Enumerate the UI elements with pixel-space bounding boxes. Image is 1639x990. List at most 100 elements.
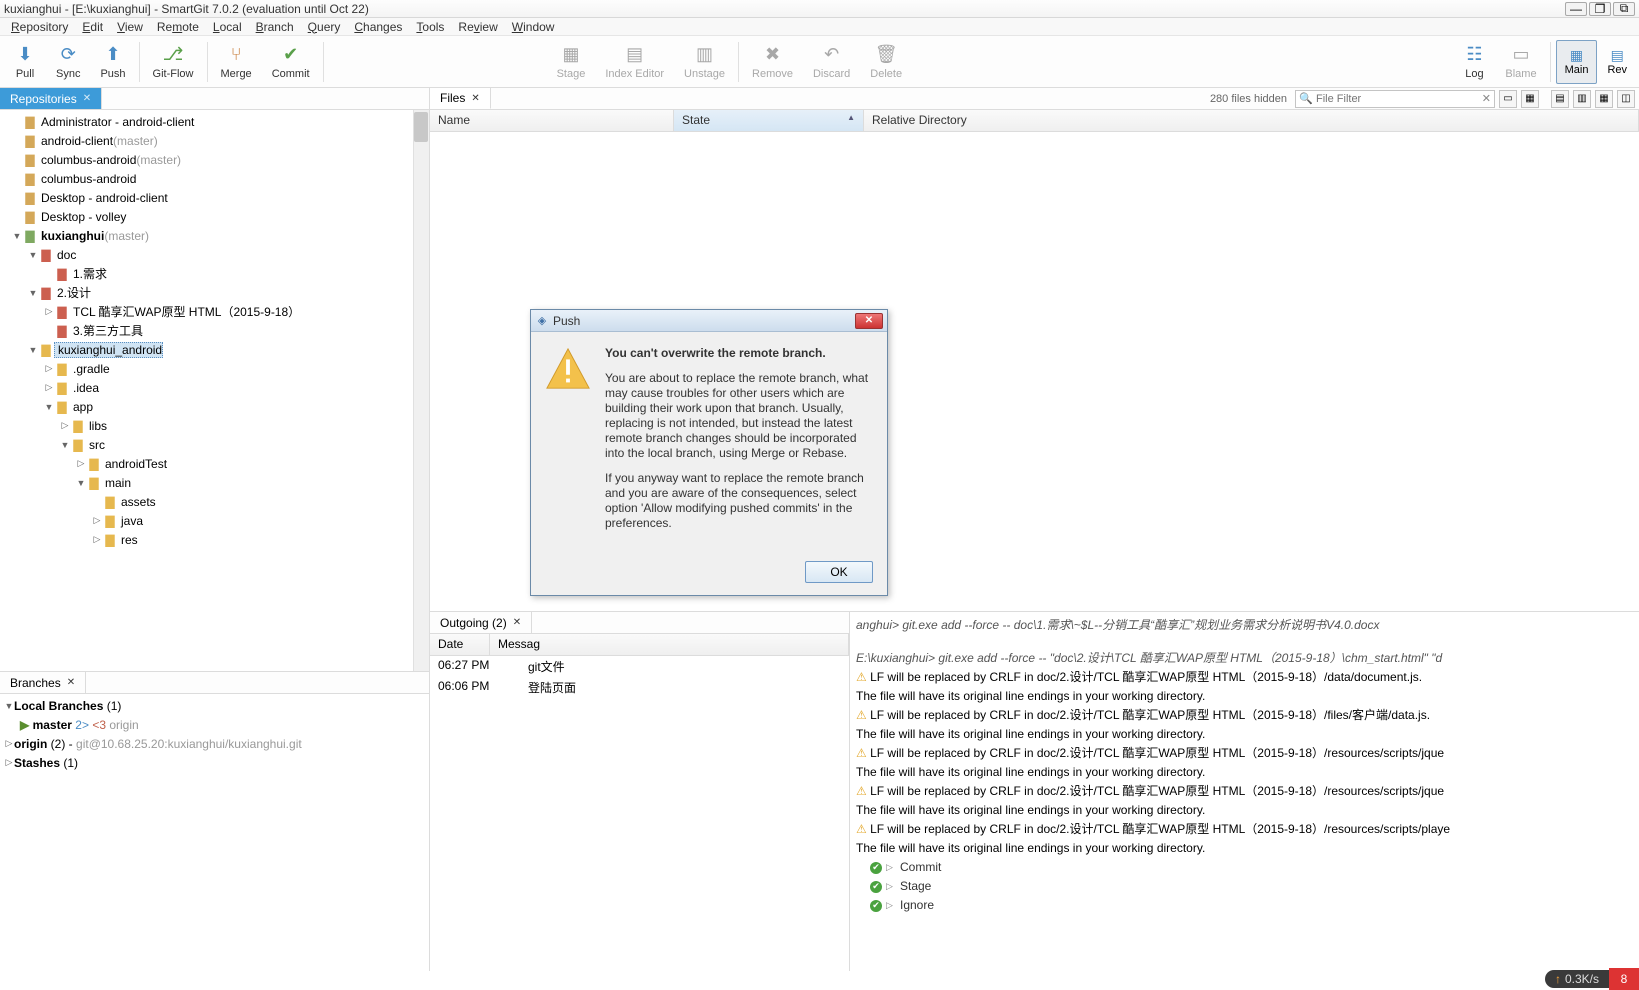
menu-query[interactable]: Query [301,20,348,34]
log-ok[interactable]: ▷Commit [856,858,1633,877]
menu-local[interactable]: Local [206,20,249,34]
menu-edit[interactable]: Edit [75,20,110,34]
col-date[interactable]: Date [430,634,490,655]
col-reldir[interactable]: Relative Directory [864,110,1639,131]
blame-button[interactable]: ▭Blame [1495,38,1546,86]
tree-row[interactable]: ▇3.第三方工具 [0,321,429,340]
log-icon: ☷ [1463,44,1485,66]
file-filter[interactable]: 🔍 ✕ [1295,90,1495,108]
view-option-2[interactable]: ▦ [1521,90,1539,108]
maximize-button[interactable]: ❐ [1589,2,1611,16]
tree-row[interactable]: ▇1.需求 [0,264,429,283]
view-option-6[interactable]: ◫ [1617,90,1635,108]
tree-row[interactable]: ▇Desktop - volley [0,207,429,226]
tree-row[interactable]: ▇columbus-android (master) [0,150,429,169]
toolbar: ⬇Pull ⟳Sync ⬆Push ⎇Git-Flow ⑂Merge ✔Comm… [0,36,1639,88]
menu-repository[interactable]: Repository [4,20,75,34]
local-branches-node[interactable]: ▼Local Branches (1) [0,696,429,715]
tree-row[interactable]: ▷▇java [0,511,429,530]
log-line: The file will have its original line end… [856,687,1633,706]
tree-row[interactable]: ▼▇doc [0,245,429,264]
tree-row[interactable]: ▇Desktop - android-client [0,188,429,207]
outgoing-list[interactable]: 06:27 PMgit文件06:06 PM登陆页面 [430,656,849,971]
menu-remote[interactable]: Remote [150,20,206,34]
menu-window[interactable]: Window [505,20,562,34]
tree-row[interactable]: ▇columbus-android [0,169,429,188]
sync-button[interactable]: ⟳Sync [46,38,90,86]
outgoing-columns: Date Messag [430,634,849,656]
commit-button[interactable]: ✔Commit [262,38,320,86]
tab-files[interactable]: Files✕ [430,88,491,109]
scrollbar[interactable] [413,110,429,671]
col-name[interactable]: Name [430,110,674,131]
merge-button[interactable]: ⑂Merge [211,38,262,86]
dialog-titlebar[interactable]: ◈ Push ✕ [531,310,887,332]
menu-review[interactable]: Review [451,20,504,34]
indexeditor-icon: ▤ [624,44,646,66]
scroll-thumb[interactable] [414,112,428,142]
tab-repositories[interactable]: Repositories✕ [0,88,102,109]
stashes-node[interactable]: ▷Stashes (1) [0,753,429,772]
minimize-button[interactable]: — [1565,2,1587,16]
tree-row[interactable]: ▷▇.idea [0,378,429,397]
view-option-4[interactable]: ▥ [1573,90,1591,108]
tree-row[interactable]: ▷▇TCL 酷享汇WAP原型 HTML（2015-9-18） [0,302,429,321]
tree-row[interactable]: ▼▇src [0,435,429,454]
menu-tools[interactable]: Tools [409,20,451,34]
notification-badge[interactable]: 8 [1609,968,1639,990]
tree-row[interactable]: ▼▇main [0,473,429,492]
log-ok[interactable]: ▷Ignore [856,896,1633,915]
push-button[interactable]: ⬆Push [90,38,135,86]
main-perspective-button[interactable]: ▦Main [1556,40,1598,84]
tree-row[interactable]: ▷▇res [0,530,429,549]
tree-row[interactable]: ▷▇libs [0,416,429,435]
menu-changes[interactable]: Changes [347,20,409,34]
menu-view[interactable]: View [110,20,150,34]
close-icon[interactable]: ✕ [67,677,75,688]
tree-row[interactable]: ▼▇2.设计 [0,283,429,302]
tree-row[interactable]: ▷▇.gradle [0,359,429,378]
origin-node[interactable]: ▷origin (2) - git@10.68.25.20:kuxianghui… [0,734,429,753]
tree-row[interactable]: ▼▇kuxianghui (master) [0,226,429,245]
col-state[interactable]: State ▲ [674,110,864,131]
clear-icon[interactable]: ✕ [1482,92,1491,105]
outgoing-row[interactable]: 06:06 PM登陆页面 [430,677,849,698]
view-option-1[interactable]: ▭ [1499,90,1517,108]
repository-tree[interactable]: ▇Administrator - android-client▇android-… [0,110,429,671]
view-option-5[interactable]: ▦ [1595,90,1613,108]
indexeditor-button[interactable]: ▤Index Editor [595,38,674,86]
tree-row[interactable]: ▷▇androidTest [0,454,429,473]
pull-button[interactable]: ⬇Pull [4,38,46,86]
stage-button[interactable]: ▦Stage [547,38,596,86]
outgoing-row[interactable]: 06:27 PMgit文件 [430,656,849,677]
branches-tree[interactable]: ▼Local Branches (1) ▶ master 2> <3 origi… [0,694,429,971]
network-speed[interactable]: ↑0.3K/s [1545,970,1609,988]
discard-button[interactable]: ↶Discard [803,38,860,86]
tree-row[interactable]: ▼▇app [0,397,429,416]
output-log[interactable]: anghui> git.exe add --force -- doc\1.需求\… [850,612,1639,971]
tree-row[interactable]: ▇Administrator - android-client [0,112,429,131]
menu-branch[interactable]: Branch [249,20,301,34]
tab-branches[interactable]: Branches✕ [0,672,86,693]
file-filter-input[interactable] [1316,91,1476,107]
delete-button[interactable]: 🗑Delete [860,38,912,86]
branch-master[interactable]: ▶ master 2> <3 origin [0,715,429,734]
tree-row[interactable]: ▇android-client (master) [0,131,429,150]
restore-button[interactable]: ⧉ [1613,2,1635,16]
gitflow-button[interactable]: ⎇Git-Flow [143,38,204,86]
close-icon[interactable]: ✕ [513,617,521,628]
tree-row[interactable]: ▇assets [0,492,429,511]
tab-outgoing[interactable]: Outgoing (2)✕ [430,612,532,633]
remove-button[interactable]: ✖Remove [742,38,803,86]
review-perspective-button[interactable]: ▤Rev [1599,40,1635,84]
ok-button[interactable]: OK [805,561,873,583]
close-icon[interactable]: ✕ [83,93,91,104]
tree-row[interactable]: ▼▇kuxianghui_android [0,340,429,359]
close-icon[interactable]: ✕ [471,93,479,104]
log-ok[interactable]: ▷Stage [856,877,1633,896]
log-button[interactable]: ☷Log [1453,38,1495,86]
view-option-3[interactable]: ▤ [1551,90,1569,108]
unstage-button[interactable]: ▥Unstage [674,38,735,86]
col-message[interactable]: Messag [490,634,849,655]
dialog-close-button[interactable]: ✕ [855,313,883,329]
